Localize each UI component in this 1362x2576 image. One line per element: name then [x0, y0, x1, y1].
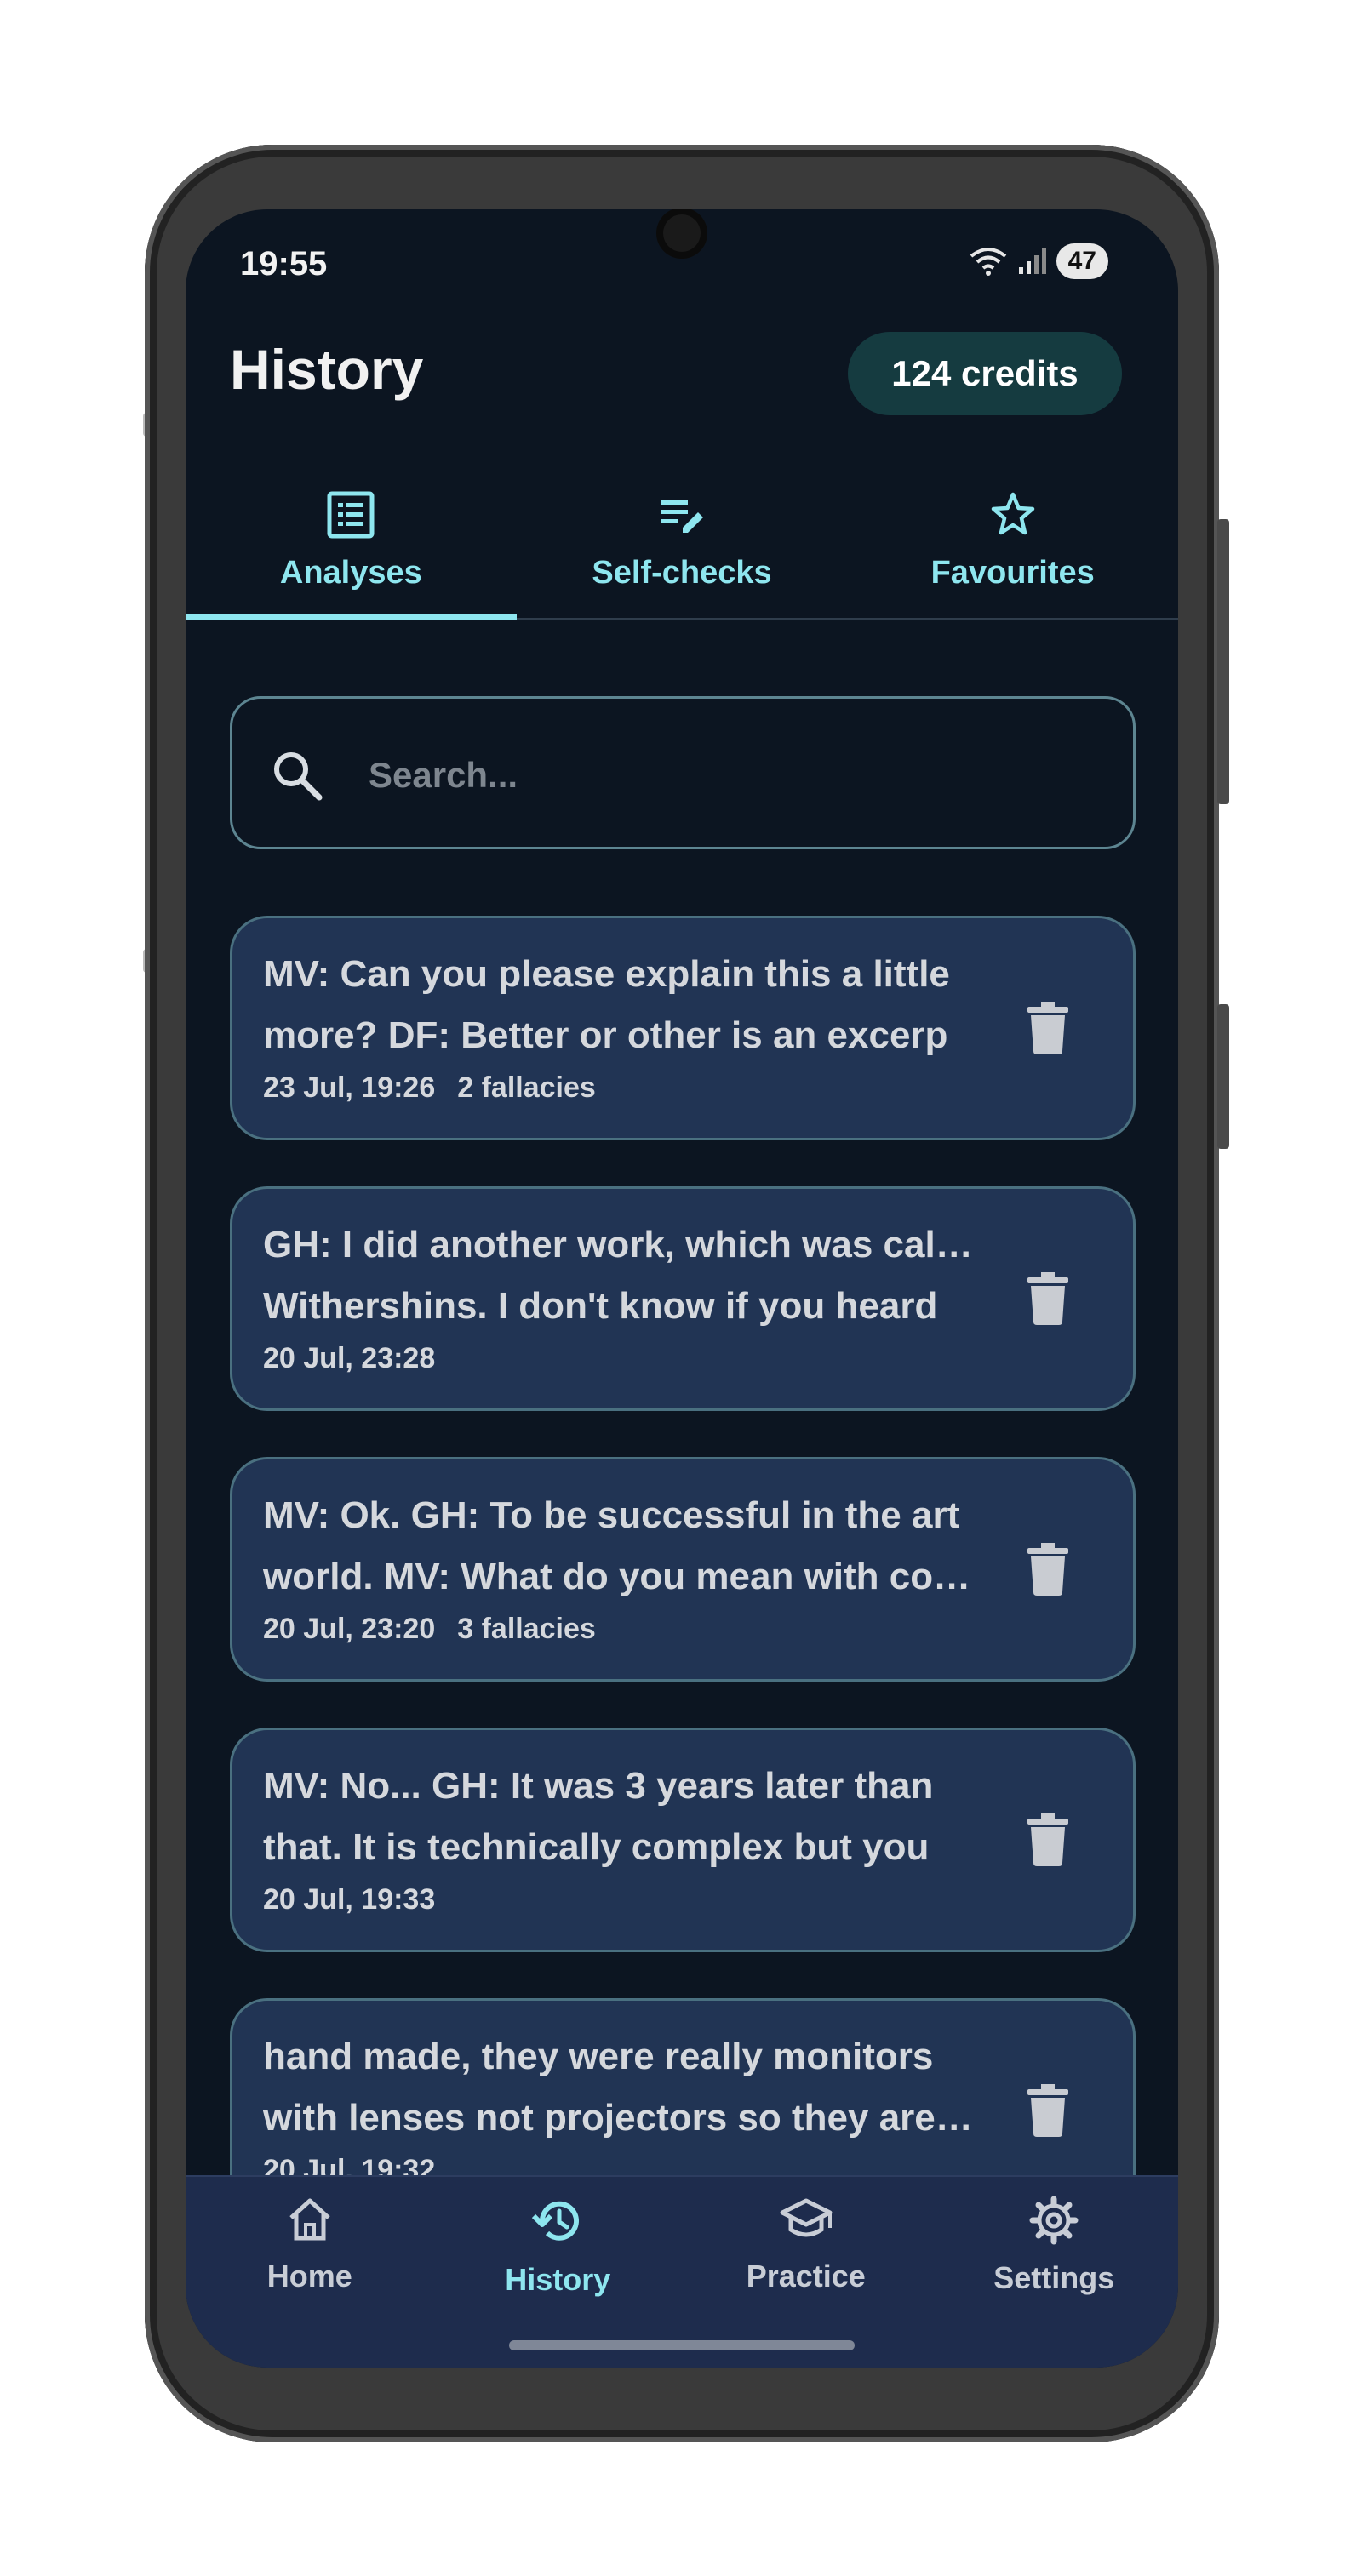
nav-home[interactable]: Home [186, 2177, 434, 2368]
card-preview-line: MV: Ok. GH: To be successful in the art [263, 1494, 960, 1536]
card-preview: GH: I did another work, which was called… [263, 1214, 978, 1337]
card-preview-line: world. MV: What do you mean with co… [263, 1556, 971, 1597]
graduation-cap-icon [780, 2198, 833, 2237]
search-input[interactable] [369, 733, 1101, 818]
gear-icon [1029, 2196, 1079, 2245]
history-tabs: Analyses Self-checks Favourites [186, 490, 1178, 620]
card-date: 20 Jul, 23:20 [263, 1613, 436, 1645]
card-preview-line: that. It is technically complex but you [263, 1826, 930, 1868]
power-button [1217, 1004, 1229, 1149]
nav-label: History [505, 2262, 611, 2297]
wifi-icon [970, 248, 1006, 276]
card-preview: MV: No... GH: It was 3 years later than … [263, 1756, 978, 1878]
card-date: 23 Jul, 19:26 [263, 1071, 436, 1104]
tab-analyses[interactable]: Analyses [186, 490, 517, 620]
card-meta: 20 Jul, 23:28 [263, 1342, 435, 1375]
history-card[interactable]: MV: No... GH: It was 3 years later than … [230, 1728, 1136, 1952]
gesture-home-bar[interactable] [509, 2340, 855, 2350]
card-date: 20 Jul, 19:33 [263, 1883, 436, 1916]
card-preview-line: GH: I did another work, which was called [263, 1224, 978, 1265]
list-icon [327, 491, 375, 539]
nav-label: Settings [993, 2260, 1115, 2295]
card-preview-line: with lenses not projectors so they are … [263, 2097, 978, 2139]
card-meta: 23 Jul, 19:26 2 fallacies [263, 1071, 596, 1105]
card-fallacies: 3 fallacies [457, 1613, 596, 1645]
nav-settings[interactable]: Settings [930, 2177, 1179, 2368]
nav-label: Practice [746, 2259, 866, 2293]
star-icon [991, 492, 1034, 535]
bottom-navigation: Home History Practice Settings [186, 2175, 1178, 2368]
delete-icon[interactable] [1027, 1813, 1068, 1866]
card-preview-line: MV: No... GH: It was 3 years later than [263, 1765, 934, 1807]
app-screen: 19:55 47 History 124 credits Analyses Se… [186, 209, 1178, 2368]
battery-indicator: 47 [1056, 243, 1108, 279]
delete-icon[interactable] [1027, 1002, 1068, 1054]
home-icon [289, 2198, 330, 2241]
page-title: History [230, 338, 424, 401]
nav-history[interactable]: History [434, 2177, 683, 2368]
delete-icon[interactable] [1027, 2084, 1068, 2137]
tab-label: Favourites [930, 555, 1095, 591]
tab-label: Self-checks [592, 555, 772, 591]
card-preview: MV: Can you please explain this a little… [263, 944, 978, 1066]
tab-self-checks[interactable]: Self-checks [517, 490, 848, 618]
tab-label: Analyses [279, 555, 422, 591]
signal-icon [1018, 248, 1046, 274]
history-icon [532, 2201, 580, 2241]
nav-label: Home [266, 2259, 352, 2293]
card-preview: hand made, they were really monitors wit… [263, 2026, 978, 2149]
delete-icon[interactable] [1027, 1543, 1068, 1596]
credits-badge[interactable]: 124 credits [848, 332, 1122, 415]
card-date: 20 Jul, 23:28 [263, 1342, 436, 1374]
tab-favourites[interactable]: Favourites [847, 490, 1178, 618]
card-preview-line: more? DF: Better or other is an excerp [263, 1014, 948, 1056]
history-card[interactable]: MV: Ok. GH: To be successful in the art … [230, 1457, 1136, 1682]
card-preview-line: Withershins. I don't know if you heard [263, 1285, 938, 1327]
card-meta: 20 Jul, 19:33 [263, 1883, 435, 1916]
card-preview: MV: Ok. GH: To be successful in the art … [263, 1485, 978, 1608]
card-preview-line: MV: Can you please explain this a little [263, 953, 950, 995]
search-bar[interactable] [230, 696, 1136, 849]
card-meta: 20 Jul, 23:20 3 fallacies [263, 1613, 596, 1646]
volume-button [1217, 519, 1229, 804]
status-time: 19:55 [240, 245, 328, 283]
card-preview-line: hand made, they were really monitors [263, 2036, 934, 2077]
history-card[interactable]: MV: Can you please explain this a little… [230, 916, 1136, 1140]
card-fallacies: 2 fallacies [457, 1071, 596, 1104]
history-card[interactable]: GH: I did another work, which was called… [230, 1186, 1136, 1411]
edit-list-icon [661, 500, 703, 533]
search-icon [274, 752, 323, 801]
nav-practice[interactable]: Practice [682, 2177, 930, 2368]
delete-icon[interactable] [1027, 1272, 1068, 1325]
status-bar: 19:55 47 [186, 240, 1178, 291]
status-icons: 47 [970, 243, 1108, 279]
